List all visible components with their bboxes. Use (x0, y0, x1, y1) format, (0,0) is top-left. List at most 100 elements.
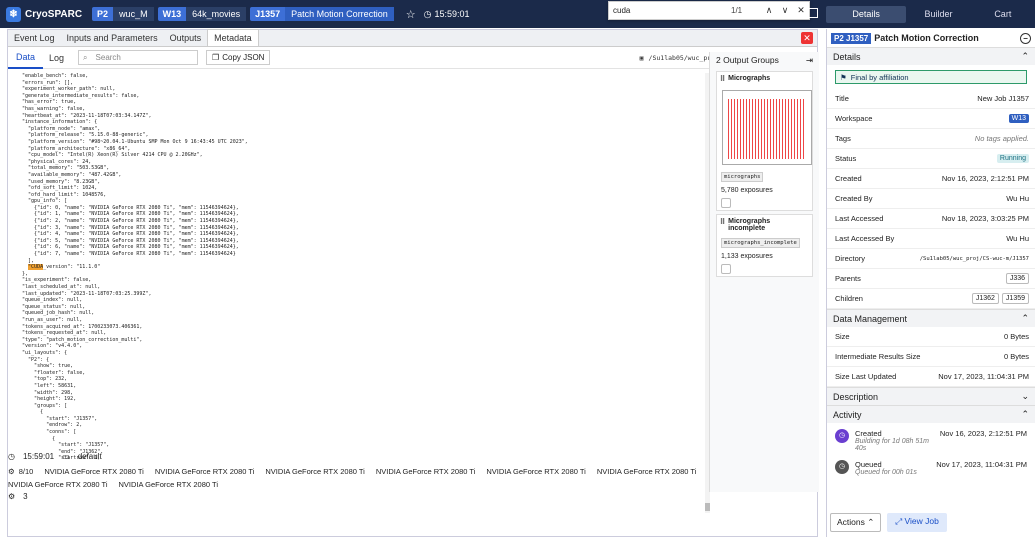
find-input[interactable]: cuda (609, 6, 731, 15)
find-prev-icon[interactable]: ∧ (761, 5, 777, 16)
download-icon[interactable] (721, 264, 731, 274)
code-line: "platform_version": "#98~20.04.1-Ubuntu … (16, 138, 248, 145)
detail-value: J336 (1005, 273, 1029, 284)
final-badge[interactable]: ⚑ Final by affiliation (835, 70, 1027, 84)
drag-handle-icon[interactable]: ⠿ (720, 75, 725, 83)
tags-value: No tags applied. (974, 134, 1029, 143)
code-line: "used_memory": "8.23GB", (16, 178, 101, 185)
app-logo[interactable]: ❄ CryoSPARC (6, 6, 82, 22)
code-line: "platform_architecture": "x86_64", (16, 145, 131, 152)
detail-value: No tags applied. (975, 134, 1029, 143)
details-header: P2 J1357 Patch Motion Correction − (827, 29, 1035, 47)
code-line: "available_memory": "487.42GB", (16, 171, 122, 178)
code-line: "CUDA_version": "11.1.0" (28, 264, 101, 271)
tab-details[interactable]: Details (826, 6, 907, 23)
code-line: {"id": 6, "name": "NVIDIA GeForce RTX 20… (16, 244, 239, 251)
subtab-log[interactable]: Log (43, 53, 70, 63)
code-line: "last_scheduled_at": null, (16, 284, 101, 290)
code-line: "top": 232, (16, 376, 68, 383)
section-data-management[interactable]: Data Management ⌃ (827, 309, 1035, 327)
tab-inputs-parameters[interactable]: Inputs and Parameters (61, 30, 164, 46)
terminal-icon: ▣ (639, 53, 644, 62)
code-line: {"id": 5, "name": "NVIDIA GeForce RTX 20… (16, 237, 239, 244)
parent-job[interactable]: J336 (1005, 273, 1029, 284)
close-icon[interactable]: ✕ (801, 32, 813, 44)
code-line: "floater": false, (16, 369, 86, 376)
code-line: "ofd_hard_limit": 1048576, (16, 191, 107, 198)
child-job[interactable]: J1359 (1001, 293, 1029, 304)
activity-item: ◷ Queued Queued for 00h 01s Nov 17, 2023, 1… (835, 460, 1027, 476)
find-next-icon[interactable]: ∨ (777, 5, 793, 16)
code-line: { (16, 435, 56, 442)
tab-metadata[interactable]: Metadata (207, 29, 259, 46)
code-line: "queue_status": null, (16, 303, 86, 310)
code-line: "endrow": 2, (16, 422, 83, 429)
detail-label: Parents (835, 274, 861, 283)
actions-button[interactable]: Actions ⌃ (830, 513, 882, 532)
code-line: {"id": 7, "name": "NVIDIA GeForce RTX 20… (16, 251, 236, 258)
code-line: "platform_node": "amax", (16, 125, 101, 132)
gpu-name: NVIDIA GeForce RTX 2080 Ti (375, 467, 476, 476)
export-icon[interactable]: ⇥ (806, 55, 813, 65)
metadata-toolbar: Data Log ⌕Search ❐Copy JSON ▣/Su1lab05/w… (8, 47, 817, 69)
section-activity[interactable]: Activity ⌃ (827, 405, 1035, 423)
find-close-icon[interactable]: ✕ (793, 5, 809, 16)
breadcrumb-job[interactable]: J1357 Patch Motion Correction (250, 6, 394, 22)
activity-date: Nov 16, 2023, 2:12:51 PM (939, 429, 1027, 438)
tab-event-log[interactable]: Event Log (8, 30, 61, 46)
tab-builder[interactable]: Builder (906, 6, 970, 23)
cryosparc-logo-icon: ❄ (6, 6, 21, 22)
search-highlight: "CUDA (28, 264, 44, 271)
code-line: "queue_index": null, (16, 297, 83, 304)
detail-label: Directory (835, 254, 866, 263)
code-line: "start": "J1357", (16, 442, 110, 449)
code-line: "height": 192, (16, 396, 77, 403)
detail-value: 0 Bytes (1003, 352, 1029, 361)
drag-handle-icon[interactable]: ⠿ (720, 218, 725, 232)
code-line: "conns": [ (16, 429, 77, 436)
detail-row: Tags No tags applied. (827, 129, 1035, 149)
status-bar: ◷ 15:59:01 ▭ default ⚙ 8/10 NVIDIA GeForce … (8, 451, 808, 502)
view-job-button[interactable]: ⤢ View Job (887, 513, 947, 532)
subtab-data[interactable]: Data (8, 47, 44, 69)
download-icon[interactable] (721, 198, 731, 208)
exposure-count: 1,133 exposures (721, 253, 773, 260)
detail-row: Status Running (827, 149, 1035, 169)
child-job[interactable]: J1362 (971, 293, 999, 304)
section-description[interactable]: Description ⌄ (827, 387, 1035, 405)
code-line: "width": 298, (16, 389, 74, 396)
breadcrumb-project[interactable]: P2 wuc_M (92, 6, 154, 22)
find-bar: cuda 1/1 ∧ ∨ ✕ (608, 1, 810, 20)
detail-label: Size (835, 332, 850, 341)
code-line: "run_as_user": null, (16, 316, 83, 323)
code-line: "is_experiment": false, (16, 277, 92, 284)
more-icon[interactable]: − (1020, 32, 1031, 44)
copy-json-button[interactable]: ❐ Copy JSON (206, 50, 271, 65)
chevron-up-icon: ⌃ (1021, 313, 1029, 323)
motion-thumbnail (722, 90, 812, 165)
search-input[interactable]: ⌕ Search (78, 50, 199, 65)
find-count: 1/1 (731, 6, 743, 15)
activity-duration: Queued for 00h 01s (855, 469, 917, 476)
detail-label: Title (835, 94, 849, 103)
gpu-name: NVIDIA GeForce RTX 2080 Ti (44, 467, 144, 476)
output-group-card[interactable]: ⠿ Micrographs incomplete micrographs_inco… (716, 214, 813, 277)
clock-icon: ◷ (423, 8, 432, 19)
star-icon[interactable]: ☆ (406, 8, 416, 21)
tab-outputs[interactable]: Outputs (164, 30, 208, 46)
workspace-badge[interactable]: W13 (1008, 114, 1029, 123)
output-group-card[interactable]: ⠿ Micrographs micrographs 5,780 exposures (716, 71, 813, 211)
section-details[interactable]: Details ⌃ (827, 47, 1035, 65)
code-line: "start": "J1357", (16, 415, 98, 422)
breadcrumb-workspace[interactable]: W13 64k_movies (157, 6, 247, 22)
code-line: "platform_release": "5.15.0-88-generic", (16, 132, 149, 139)
tab-cart[interactable]: Cart (971, 6, 1035, 23)
json-viewer[interactable]: "enable_bench": false, "errors_run": [],… (10, 73, 710, 513)
panel-toggle-icon[interactable] (808, 8, 818, 18)
code-line: "gpu_info": [ (16, 198, 68, 205)
gpu-name: NVIDIA GeForce RTX 2080 Ti (118, 480, 219, 489)
code-line: "has_warning": false, (16, 105, 86, 112)
code-line: {"id": 1, "name": "NVIDIA GeForce RTX 20… (16, 211, 239, 218)
code-line: "cpu_model": "Intel(R) Xeon(R) Silver 42… (16, 152, 203, 159)
detail-label: Intermediate Results Size (835, 352, 921, 361)
